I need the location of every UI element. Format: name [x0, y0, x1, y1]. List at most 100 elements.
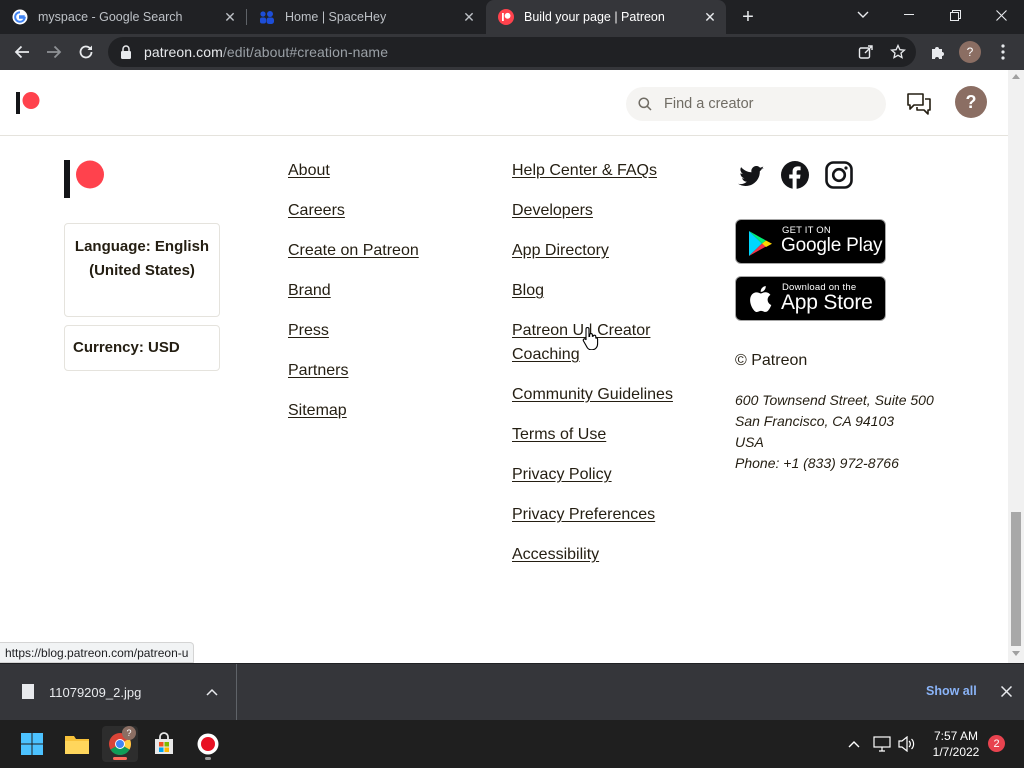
- lock-icon[interactable]: [120, 45, 132, 59]
- scrollbar-thumb[interactable]: [1011, 512, 1021, 646]
- footer-link-help-center[interactable]: Help Center & FAQs: [512, 159, 657, 183]
- footer-link-careers[interactable]: Careers: [288, 199, 345, 223]
- chrome-taskbar-icon[interactable]: ?: [102, 726, 138, 762]
- footer-link-terms-of-use[interactable]: Terms of Use: [512, 423, 606, 447]
- close-tab-icon[interactable]: ✕: [220, 7, 240, 27]
- help-button[interactable]: ?: [955, 86, 987, 118]
- volume-icon[interactable]: [897, 734, 917, 754]
- address-line: USA: [735, 434, 764, 450]
- footer-link-privacy-policy[interactable]: Privacy Policy: [512, 463, 612, 487]
- search-icon: [638, 97, 652, 111]
- chrome-menu-icon[interactable]: [992, 41, 1014, 63]
- windows-taskbar: ? 7:57 AM 1/7/2022 2: [0, 720, 1024, 768]
- patreon-icon: [498, 9, 514, 25]
- url-host: patreon.com: [144, 44, 223, 60]
- language-selector[interactable]: Language: English (United States): [64, 223, 220, 317]
- currency-selector[interactable]: Currency: USD: [64, 325, 220, 371]
- app-store-badge[interactable]: Download on the App Store: [735, 276, 886, 321]
- download-file-name: 11079209_2.jpg: [49, 685, 142, 700]
- scroll-down-icon[interactable]: [1012, 651, 1020, 656]
- patreon-top-nav: ?: [0, 70, 1008, 136]
- running-app-indicator: [205, 757, 211, 760]
- google-play-icon: [748, 230, 774, 262]
- extensions-puzzle-icon[interactable]: [927, 41, 949, 63]
- apple-icon: [748, 285, 772, 318]
- clock-time: 7:57 AM: [933, 729, 979, 743]
- messages-icon[interactable]: [906, 92, 932, 116]
- system-clock[interactable]: 7:57 AM 1/7/2022: [920, 728, 992, 760]
- address-phone: Phone: +1 (833) 972-8766: [735, 455, 899, 471]
- patreon-footer-logo-icon[interactable]: [64, 160, 106, 198]
- tab-title: myspace - Google Search: [38, 10, 183, 24]
- microsoft-store-icon[interactable]: [146, 726, 182, 762]
- company-address: 600 Townsend Street, Suite 500 San Franc…: [735, 390, 934, 474]
- address-bar[interactable]: patreon.com/edit/about#creation-name: [108, 37, 916, 67]
- tab-spacehey[interactable]: Home | SpaceHey ✕: [247, 0, 485, 34]
- creator-search[interactable]: [626, 87, 886, 121]
- footer-link-about[interactable]: About: [288, 159, 330, 183]
- footer-link-community-guidelines[interactable]: Community Guidelines: [512, 383, 673, 407]
- google-play-badge[interactable]: GET IT ON Google Play: [735, 219, 886, 264]
- chevron-up-icon[interactable]: [846, 734, 862, 754]
- close-window-icon[interactable]: [978, 0, 1024, 30]
- clock-date: 1/7/2022: [932, 745, 980, 759]
- footer-link-blog[interactable]: Blog: [512, 279, 544, 303]
- close-download-shelf-icon[interactable]: [997, 682, 1015, 700]
- copyright-text: © Patreon: [735, 352, 808, 369]
- footer-link-brand[interactable]: Brand: [288, 279, 331, 303]
- footer-link-sitemap[interactable]: Sitemap: [288, 399, 347, 423]
- file-icon: [22, 684, 34, 699]
- profile-avatar[interactable]: ?: [959, 41, 981, 63]
- show-all-downloads-button[interactable]: Show all: [926, 684, 977, 698]
- close-tab-icon[interactable]: ✕: [459, 7, 479, 27]
- footer-link-accessibility[interactable]: Accessibility: [512, 543, 599, 567]
- browser-toolbar: patreon.com/edit/about#creation-name: [0, 34, 1024, 70]
- scroll-up-icon[interactable]: [1012, 74, 1020, 79]
- footer-link-partners[interactable]: Partners: [288, 359, 348, 383]
- page-scrollbar[interactable]: [1008, 70, 1024, 663]
- footer-link-app-directory[interactable]: App Directory: [512, 239, 609, 263]
- forward-icon[interactable]: [40, 38, 68, 66]
- network-icon[interactable]: [872, 734, 892, 754]
- patreon-page: ? Language: English (United States) Curr…: [0, 70, 1008, 663]
- address-line: San Francisco, CA 94103: [735, 413, 895, 429]
- twitter-icon[interactable]: [736, 160, 766, 190]
- share-icon[interactable]: [857, 43, 875, 61]
- bookmark-star-icon[interactable]: [889, 43, 907, 61]
- tab-title: Home | SpaceHey: [285, 10, 387, 24]
- restore-icon[interactable]: [932, 0, 978, 30]
- close-tab-icon[interactable]: ✕: [700, 7, 720, 27]
- google-play-big-text: Google Play: [781, 235, 883, 256]
- search-input[interactable]: [664, 96, 864, 112]
- download-item[interactable]: 11079209_2.jpg: [0, 664, 237, 721]
- footer-link-create-on-patreon[interactable]: Create on Patreon: [288, 239, 419, 263]
- link-status-url: https://blog.patreon.com/patreon-u: [0, 642, 195, 663]
- minimize-icon[interactable]: [886, 0, 932, 30]
- notification-count-badge[interactable]: 2: [988, 735, 1005, 752]
- chrome-profile-badge: ?: [122, 726, 136, 740]
- footer-link-developers[interactable]: Developers: [512, 199, 593, 223]
- back-icon[interactable]: [8, 38, 36, 66]
- windows-start-icon[interactable]: [14, 726, 50, 762]
- footer-link-press[interactable]: Press: [288, 319, 329, 343]
- new-tab-icon[interactable]: +: [736, 5, 760, 29]
- url-path: /edit/about#creation-name: [222, 44, 389, 60]
- google-icon: [12, 9, 28, 25]
- tab-search-chevron-icon[interactable]: [840, 0, 886, 30]
- hand-cursor-icon: [582, 326, 600, 355]
- url-text: patreon.com/edit/about#creation-name: [144, 44, 388, 60]
- app-store-big-text: App Store: [781, 291, 873, 314]
- tab-patreon-active[interactable]: Build your page | Patreon ✕: [486, 0, 726, 34]
- facebook-icon[interactable]: [780, 160, 810, 190]
- screen-recorder-icon[interactable]: [190, 726, 226, 762]
- file-explorer-icon[interactable]: [59, 726, 95, 762]
- footer-link-privacy-preferences[interactable]: Privacy Preferences: [512, 503, 655, 527]
- browser-tab-strip: myspace - Google Search ✕ Home | SpaceHe…: [0, 0, 1024, 34]
- tab-google-search[interactable]: myspace - Google Search ✕: [0, 0, 246, 34]
- reload-icon[interactable]: [72, 38, 100, 66]
- chevron-up-icon[interactable]: [204, 684, 220, 700]
- active-app-indicator: [113, 757, 127, 760]
- patreon-logo-icon[interactable]: [16, 92, 40, 114]
- spacehey-icon: [259, 9, 275, 25]
- instagram-icon[interactable]: [824, 160, 854, 190]
